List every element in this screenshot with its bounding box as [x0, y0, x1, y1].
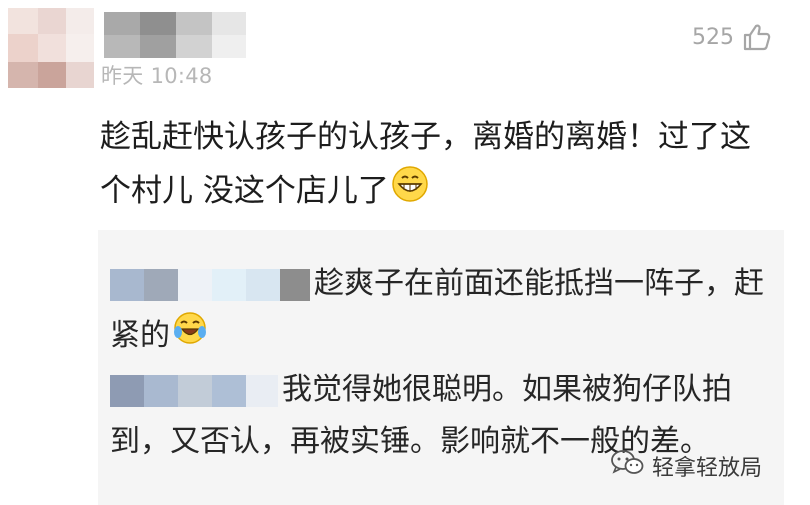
watermark: 轻拿轻放局	[610, 449, 762, 483]
thumbs-up-icon	[742, 22, 772, 52]
like-count: 525	[692, 24, 734, 50]
comment-timestamp: 昨天 10:48	[101, 64, 213, 88]
reply-username[interactable]	[110, 374, 278, 407]
comment-body: 趁乱赶快认孩子的认孩子，离婚的离婚！过了这个村儿 没这个店儿了	[100, 110, 780, 220]
reply-username[interactable]	[110, 268, 310, 301]
username[interactable]	[104, 12, 246, 58]
tears-of-joy-icon	[172, 310, 208, 363]
reply-item[interactable]: 趁爽子在前面还能抵挡一阵子，赶紧的	[110, 258, 770, 363]
watermark-text: 轻拿轻放局	[651, 456, 762, 481]
like-button[interactable]: 525	[692, 22, 772, 52]
wechat-icon	[610, 449, 644, 483]
grinning-face-icon	[391, 165, 429, 220]
replies-section: 趁爽子在前面还能抵挡一阵子，赶紧的 我觉得她很聪明。如果被狗仔队拍到，又否认，再…	[98, 230, 784, 505]
avatar[interactable]	[8, 8, 94, 88]
